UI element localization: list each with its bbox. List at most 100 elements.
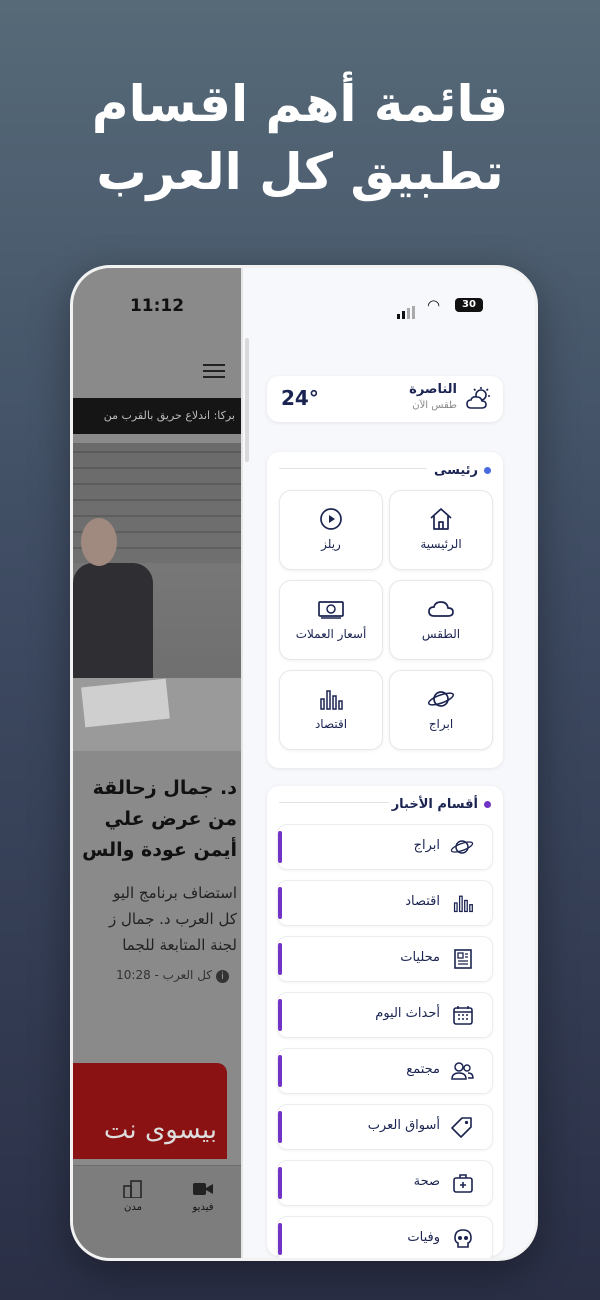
news-summary: استضاف برنامج اليو كل العرب د. جمال ز لج…: [73, 880, 237, 958]
people-icon: [451, 1062, 474, 1080]
news-item-label: اقتصاد: [405, 894, 440, 909]
news-meta-text: كل العرب - 10:28: [116, 968, 212, 982]
news-meta: i كل العرب - 10:28: [116, 968, 229, 983]
news-headline-line: أيمن عودة والس: [82, 839, 237, 861]
tile-home-label: الرئيسية: [420, 537, 462, 551]
news-item-today[interactable]: أحداث اليوم: [277, 992, 493, 1038]
status-bar: ◠ 30: [243, 296, 535, 319]
news-item-label: أسواق العرب: [367, 1118, 440, 1133]
news-headline-line: من عرض علي: [104, 808, 237, 830]
tag-icon: [451, 1117, 472, 1138]
accent-bar: [278, 999, 282, 1031]
accent-bar: [278, 831, 282, 863]
news-item-label: مجتمع: [406, 1062, 440, 1077]
news-item-label: صحة: [413, 1174, 440, 1189]
headline-line-1: قائمة أهم اقسام: [91, 75, 509, 133]
tile-home[interactable]: الرئيسية: [389, 490, 493, 570]
tile-currency-label: أسعار العملات: [295, 627, 367, 641]
medkit-icon: [453, 1174, 473, 1193]
tile-weather[interactable]: الطقس: [389, 580, 493, 660]
headline-line-2: تطبيق كل العرب: [96, 143, 504, 201]
bottom-tab-bar: فيديو مدن: [73, 1165, 241, 1258]
promo-banner-text: بيسوى نت: [103, 1115, 217, 1145]
news-photo[interactable]: [73, 443, 241, 751]
skull-icon: [454, 1229, 472, 1248]
home-icon: [430, 508, 452, 530]
scrollbar[interactable]: [245, 338, 249, 462]
tile-currency[interactable]: أسعار العملات: [279, 580, 383, 660]
accent-bar: [278, 1223, 282, 1255]
play-icon: [320, 508, 342, 530]
tile-economy[interactable]: اقتصاد: [279, 670, 383, 750]
news-item-label: أحداث اليوم: [375, 1006, 440, 1021]
phone-frame: 11:12 بركا: اندلاع حريق بالقرب من د. جما…: [70, 265, 538, 1261]
tile-reels[interactable]: ريلز: [279, 490, 383, 570]
news-item-label: ابراج: [413, 838, 440, 853]
news-item-horoscope[interactable]: ابراج: [277, 824, 493, 870]
accent-bar: [278, 1167, 282, 1199]
weather-subtitle: طقس الآن: [412, 400, 457, 411]
buildings-icon: [123, 1180, 142, 1198]
news-item-label: محليات: [400, 950, 440, 965]
tile-economy-label: اقتصاد: [314, 717, 348, 731]
accent-bar: [278, 1055, 282, 1087]
divider: [279, 468, 427, 469]
video-icon: [193, 1183, 213, 1195]
news-item-obituaries[interactable]: وفيات: [277, 1216, 493, 1258]
menu-icon[interactable]: [203, 360, 225, 382]
cloud-icon: [428, 601, 454, 617]
tile-reels-label: ريلز: [321, 537, 341, 551]
news-item-local[interactable]: محليات: [277, 936, 493, 982]
side-drawer: ◠ 30 24° الناصرة طقس الآن رئيسى الرئيسية: [243, 268, 535, 1258]
news-section-header: أقسام الأخبار: [279, 794, 491, 812]
bar-chart-icon: [320, 690, 343, 710]
calendar-icon: [453, 1006, 473, 1025]
planet-icon: [427, 691, 455, 707]
news-headline-line: د. جمال زحالقة: [92, 777, 237, 799]
tab-video-label: فيديو: [192, 1202, 214, 1213]
main-section: رئيسى الرئيسية ريلز الطقس أسعار العملات: [267, 452, 503, 768]
battery-icon: 30: [455, 298, 483, 312]
tile-weather-label: الطقس: [421, 627, 461, 641]
planet-icon: [450, 840, 474, 854]
promo-banner[interactable]: بيسوى نت: [73, 1063, 227, 1159]
news-sections: أقسام الأخبار ابراج اقتصاد محليات أحداث …: [267, 786, 503, 1258]
tile-horoscope-label: ابراج: [428, 717, 454, 731]
news-item-markets[interactable]: أسواق العرب: [277, 1104, 493, 1150]
news-summary-line: لجنة المتابعة للجما: [122, 936, 237, 954]
banknote-icon: [318, 601, 344, 619]
promo-headline: قائمة أهم اقسام تطبيق كل العرب: [0, 70, 600, 206]
main-section-title: رئيسى: [433, 463, 478, 478]
divider: [279, 802, 389, 803]
bar-chart-icon: [453, 895, 473, 913]
main-section-header: رئيسى: [279, 460, 491, 478]
accent-bar: [278, 887, 282, 919]
info-icon: i: [216, 970, 229, 983]
news-summary-line: استضاف برنامج اليو: [113, 884, 237, 902]
news-ticker[interactable]: بركا: اندلاع حريق بالقرب من: [73, 398, 241, 434]
news-summary-line: كل العرب د. جمال ز: [108, 910, 237, 928]
news-item-economy[interactable]: اقتصاد: [277, 880, 493, 926]
accent-bar: [278, 1111, 282, 1143]
signal-icon: [397, 300, 417, 319]
tab-cities[interactable]: مدن: [108, 1180, 158, 1213]
section-dot: [484, 801, 491, 808]
weather-temp: 24°: [281, 386, 319, 410]
sun-cloud-icon: [466, 387, 490, 409]
news-item-society[interactable]: مجتمع: [277, 1048, 493, 1094]
news-item-health[interactable]: صحة: [277, 1160, 493, 1206]
tile-horoscope[interactable]: ابراج: [389, 670, 493, 750]
section-dot: [484, 467, 491, 474]
weather-city: الناصرة: [409, 382, 457, 397]
status-time: 11:12: [129, 296, 185, 316]
news-section-title: أقسام الأخبار: [391, 797, 478, 812]
background-app[interactable]: 11:12 بركا: اندلاع حريق بالقرب من د. جما…: [73, 268, 241, 1258]
newspaper-icon: [454, 949, 472, 969]
news-item-label: وفيات: [407, 1230, 440, 1245]
weather-widget[interactable]: 24° الناصرة طقس الآن: [267, 376, 503, 422]
wifi-icon: ◠: [427, 296, 441, 314]
accent-bar: [278, 943, 282, 975]
tab-cities-label: مدن: [124, 1202, 142, 1213]
tab-video[interactable]: فيديو: [178, 1180, 228, 1213]
news-headline[interactable]: د. جمال زحالقة من عرض علي أيمن عودة والس: [73, 773, 237, 866]
